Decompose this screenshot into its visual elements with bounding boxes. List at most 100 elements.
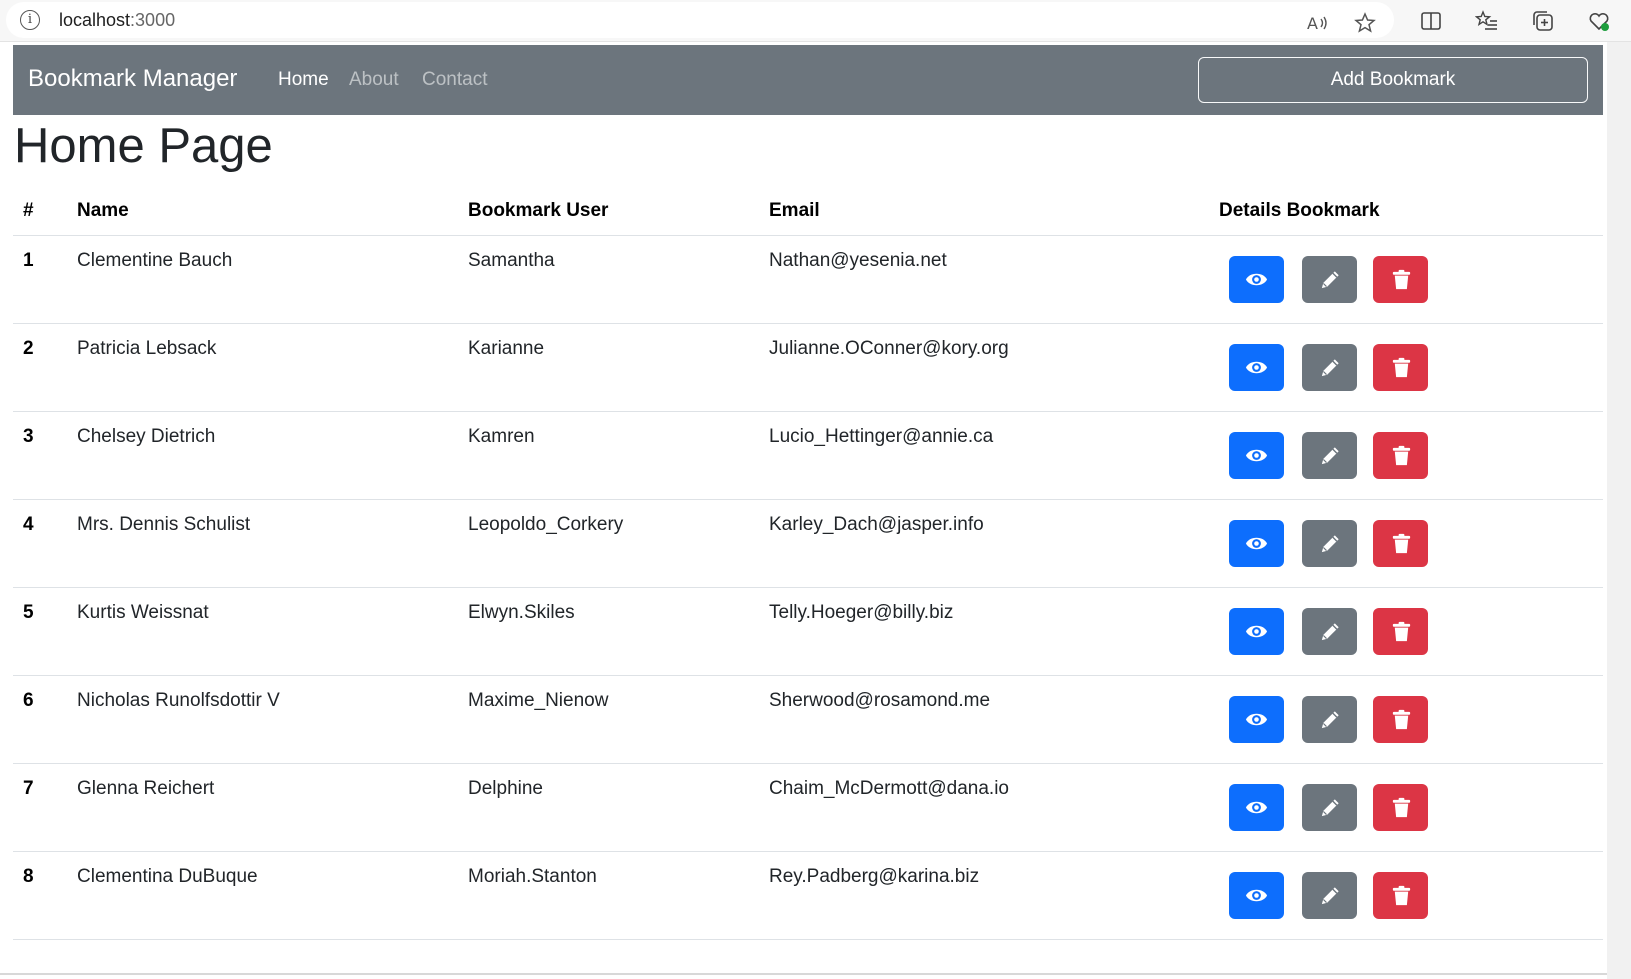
trash-icon (1392, 885, 1411, 906)
svg-text:A: A (1307, 14, 1318, 33)
table-row: 2 Patricia Lebsack Karianne Julianne.OCo… (13, 324, 1603, 412)
trash-icon (1392, 797, 1411, 818)
row-name: Glenna Reichert (77, 778, 215, 799)
header-email: Email (769, 200, 820, 221)
collections-icon[interactable] (1531, 9, 1555, 33)
page-bottom-divider (0, 973, 1607, 975)
delete-button[interactable] (1373, 256, 1428, 303)
nav-link-about[interactable]: About (349, 69, 399, 91)
delete-button[interactable] (1373, 520, 1428, 567)
scrollbar[interactable] (1607, 42, 1631, 979)
trash-icon (1392, 621, 1411, 642)
header-name: Name (77, 200, 129, 221)
view-button[interactable] (1229, 344, 1284, 391)
view-button[interactable] (1229, 872, 1284, 919)
table-row: 6 Nicholas Runolfsdottir V Maxime_Nienow… (13, 676, 1603, 764)
row-name: Mrs. Dennis Schulist (77, 514, 251, 535)
edit-button[interactable] (1302, 784, 1357, 831)
row-number: 7 (23, 778, 34, 799)
row-number: 1 (23, 250, 34, 271)
view-button[interactable] (1229, 520, 1284, 567)
nav-link-home[interactable]: Home (278, 69, 329, 91)
delete-button[interactable] (1373, 608, 1428, 655)
row-number: 8 (23, 866, 34, 887)
row-name: Clementine Bauch (77, 250, 233, 271)
nav-link-contact[interactable]: Contact (422, 69, 487, 91)
edit-button[interactable] (1302, 256, 1357, 303)
read-aloud-icon[interactable]: A (1306, 11, 1330, 35)
table-row: 4 Mrs. Dennis Schulist Leopoldo_Corkery … (13, 500, 1603, 588)
pencil-icon (1321, 623, 1339, 641)
row-bookmark-user: Moriah.Stanton (468, 866, 597, 887)
row-bookmark-user: Maxime_Nienow (468, 690, 609, 711)
browser-toolbar: i localhost:3000 A (0, 0, 1631, 42)
header-number: # (23, 200, 34, 221)
page-title: Home Page (14, 119, 273, 173)
delete-button[interactable] (1373, 872, 1428, 919)
view-button[interactable] (1229, 784, 1284, 831)
pencil-icon (1321, 447, 1339, 465)
eye-icon (1245, 537, 1268, 550)
row-bookmark-user: Karianne (468, 338, 545, 359)
url-text[interactable]: localhost:3000 (59, 10, 175, 31)
delete-button[interactable] (1373, 432, 1428, 479)
eye-icon (1245, 889, 1268, 902)
trash-icon (1392, 269, 1411, 290)
table-row: 3 Chelsey Dietrich Kamren Lucio_Hettinge… (13, 412, 1603, 500)
row-email: Chaim_McDermott@dana.io (769, 778, 1009, 799)
edit-button[interactable] (1302, 608, 1357, 655)
bookmarks-table: # Name Bookmark User Email Details Bookm… (13, 186, 1603, 940)
delete-button[interactable] (1373, 696, 1428, 743)
delete-button[interactable] (1373, 344, 1428, 391)
pencil-icon (1321, 711, 1339, 729)
edit-button[interactable] (1302, 696, 1357, 743)
eye-icon (1245, 361, 1268, 374)
row-name: Patricia Lebsack (77, 338, 217, 359)
row-name: Chelsey Dietrich (77, 426, 216, 447)
trash-icon (1392, 533, 1411, 554)
view-button[interactable] (1229, 696, 1284, 743)
row-name: Clementina DuBuque (77, 866, 258, 887)
navbar: Bookmark Manager Home About Contact Add … (13, 45, 1603, 115)
row-email: Lucio_Hettinger@annie.ca (769, 426, 994, 447)
table-row: 8 Clementina DuBuque Moriah.Stanton Rey.… (13, 852, 1603, 940)
view-button[interactable] (1229, 256, 1284, 303)
table-row: 5 Kurtis Weissnat Elwyn.Skiles Telly.Hoe… (13, 588, 1603, 676)
row-email: Nathan@yesenia.net (769, 250, 947, 271)
url-port: :3000 (130, 10, 176, 30)
view-button[interactable] (1229, 432, 1284, 479)
pencil-icon (1321, 271, 1339, 289)
row-bookmark-user: Leopoldo_Corkery (468, 514, 624, 535)
edit-button[interactable] (1302, 872, 1357, 919)
header-bookmark-user: Bookmark User (468, 200, 609, 221)
favorite-star-icon[interactable] (1353, 11, 1377, 35)
row-number: 5 (23, 602, 34, 623)
edit-button[interactable] (1302, 520, 1357, 567)
table-row: 1 Clementine Bauch Samantha Nathan@yesen… (13, 236, 1603, 324)
add-bookmark-button[interactable]: Add Bookmark (1198, 57, 1588, 103)
delete-button[interactable] (1373, 784, 1428, 831)
eye-icon (1245, 625, 1268, 638)
view-button[interactable] (1229, 608, 1284, 655)
address-bar[interactable]: i localhost:3000 A (6, 2, 1394, 38)
table-row: 7 Glenna Reichert Delphine Chaim_McDermo… (13, 764, 1603, 852)
row-email: Karley_Dach@jasper.info (769, 514, 984, 535)
eye-icon (1245, 273, 1268, 286)
browser-essentials-icon[interactable] (1587, 9, 1611, 33)
trash-icon (1392, 357, 1411, 378)
row-bookmark-user: Kamren (468, 426, 535, 447)
edit-button[interactable] (1302, 344, 1357, 391)
edit-button[interactable] (1302, 432, 1357, 479)
trash-icon (1392, 709, 1411, 730)
url-host: localhost (59, 10, 131, 30)
navbar-brand[interactable]: Bookmark Manager (28, 65, 237, 93)
split-screen-icon[interactable] (1419, 9, 1443, 33)
pencil-icon (1321, 535, 1339, 553)
favorites-list-icon[interactable] (1474, 9, 1499, 33)
trash-icon (1392, 445, 1411, 466)
row-email: Sherwood@rosamond.me (769, 690, 991, 711)
eye-icon (1245, 801, 1268, 814)
pencil-icon (1321, 887, 1339, 905)
site-info-icon[interactable]: i (20, 10, 40, 30)
row-bookmark-user: Samantha (468, 250, 555, 271)
